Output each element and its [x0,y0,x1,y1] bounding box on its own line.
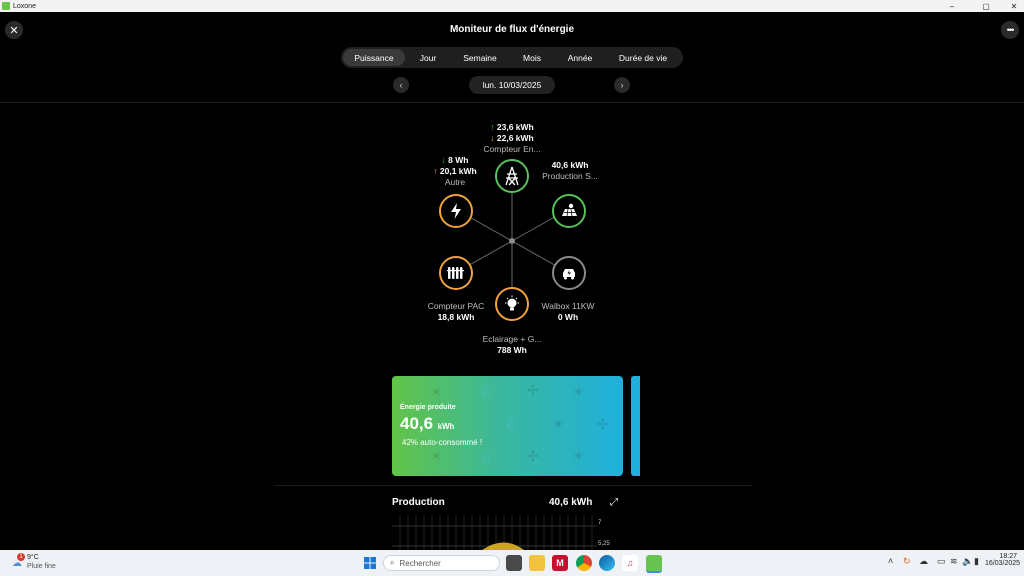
search-placeholder: Rechercher [399,558,441,568]
energy-card-unit: kWh [437,422,455,431]
lighting-label: Eclairage + G... 788 Wh [462,334,562,356]
maximize-button[interactable]: ▢ [972,0,1000,12]
power-pylon-icon [505,166,519,186]
wind-turbine-icon: ✢ [597,416,609,432]
clock[interactable]: 18:27 16/03/2025 [985,553,1021,567]
heatpump-value: 18,8 kWh [437,312,475,322]
production-chart: 7 5,25 [392,515,610,550]
wallbox-name: Walbox 11KW [541,301,595,311]
battery-icon[interactable]: ▮ [974,556,979,567]
energy-flow-monitor: ✕ Moniteur de flux d'énergie ••• Puissan… [0,12,1024,550]
solar-node[interactable] [552,194,586,228]
close-window-button[interactable]: ✕ [1000,0,1024,12]
cloud-icon[interactable]: ☁ [919,556,928,567]
windows-taskbar: ☁ 1 9°C Pluie fine ⌕ Rechercher M ♫ ˄ ↻ … [0,550,1024,576]
expand-button[interactable]: ⤢ [608,496,620,508]
clock-time: 18:27 [999,553,1017,560]
lightning-icon [451,203,461,219]
energy-card-value: 40,6 [400,414,434,433]
task-view-icon[interactable] [506,555,522,571]
lighting-name: Eclairage + G... [482,334,542,344]
lighting-value: 788 Wh [497,345,527,355]
energy-card-subtitle: 42% auto-consommé ! [402,438,483,447]
weather-temp: 9°C [27,554,39,561]
clock-date: 16/03/2025 [985,560,1021,567]
display-icon[interactable]: ▭ [937,556,946,567]
production-title: Production [392,497,445,508]
grid-label: ↑ 23,6 kWh ↓ 22,6 kWh Compteur En... [462,122,562,155]
solar-panel-icon [562,203,577,217]
wind-turbine-icon: ✢ [527,382,539,398]
water-drop-icon: 💧 [477,382,495,398]
other-label: ↓ 8 Wh ↑ 20,1 kWh Autre [415,155,495,188]
solar-panel-icon: ☀ [430,448,443,464]
solar-label: 40,6 kWh Production S... [530,160,610,182]
other-node[interactable] [439,194,473,228]
search-icon: ⌕ [390,558,395,567]
weather-badge: 1 [17,553,25,561]
solar-value: 40,6 kWh [551,160,589,170]
weather-widget-icon[interactable]: ☁ 1 [12,553,25,569]
solar-panel-icon: ☀ [572,384,585,400]
next-card-peek[interactable] [631,376,640,476]
solar-panel-icon: ☀ [430,384,443,400]
light-bulb-icon [505,295,519,311]
other-in-value: 8 Wh [448,155,469,165]
start-button[interactable] [362,555,378,571]
water-drop-icon: 💧 [477,448,495,464]
radiator-icon [447,267,464,279]
solar-name: Production S... [542,171,598,181]
energy-produced-card[interactable]: ☀ 💧 ✢ ☀ 💧 ☀ ✢ ☀ 💧 ✢ ☀ Énergie produite 4… [392,376,623,476]
water-drop-icon: 💧 [502,414,520,430]
edge-icon[interactable] [599,555,615,571]
flow-hub [509,238,515,244]
axis-label-top: 7 [598,520,602,526]
itunes-icon[interactable]: ♫ [622,555,638,571]
other-out-value: 20,1 kWh [439,166,477,176]
window-titlebar: Loxone – ▢ ✕ [0,0,1024,12]
wifi-icon[interactable]: ≋ [950,556,958,567]
wallbox-node[interactable] [552,256,586,290]
weather-desc: Pluie fine [27,563,56,570]
wallbox-value: 0 Wh [557,312,579,322]
mcafee-icon[interactable]: M [552,555,568,571]
solar-panel-icon: ☀ [552,416,565,432]
other-name: Autre [444,177,466,187]
grid-name: Compteur En... [483,144,541,154]
expand-icon: ⤢ [610,496,618,508]
production-divider [274,485,752,486]
grid-node[interactable] [495,159,529,193]
speaker-icon[interactable]: 🔈 [962,556,973,567]
grid-import-value: 23,6 kWh [496,122,534,132]
heatpump-label: Compteur PAC 18,8 kWh [416,301,496,323]
windows-logo-icon [364,557,376,569]
solar-panel-icon: ☀ [572,448,585,464]
heatpump-node[interactable] [439,256,473,290]
loxone-app-icon[interactable] [646,555,662,573]
energy-card-title: Énergie produite [400,404,456,411]
chevron-up-icon[interactable]: ˄ [888,556,893,566]
taskbar-search[interactable]: ⌕ Rechercher [383,555,500,571]
car-charger-icon [563,269,575,280]
grid-export-value: 22,6 kWh [496,133,534,143]
production-value: 40,6 kWh [549,497,593,508]
energy-card-value-row: 40,6 kWh [400,414,454,434]
lighting-node[interactable] [495,287,529,321]
chrome-icon[interactable] [576,555,592,571]
loxone-logo-icon [2,2,10,10]
minimize-button[interactable]: – [938,0,966,12]
app-name: Loxone [13,2,36,10]
wallbox-label: Walbox 11KW 0 Wh [528,301,608,323]
heatpump-name: Compteur PAC [427,301,485,311]
file-explorer-icon[interactable] [529,555,545,571]
axis-label-mid: 5,25 [598,541,610,547]
wind-turbine-icon: ✢ [527,448,539,464]
sync-icon[interactable]: ↻ [903,556,911,567]
